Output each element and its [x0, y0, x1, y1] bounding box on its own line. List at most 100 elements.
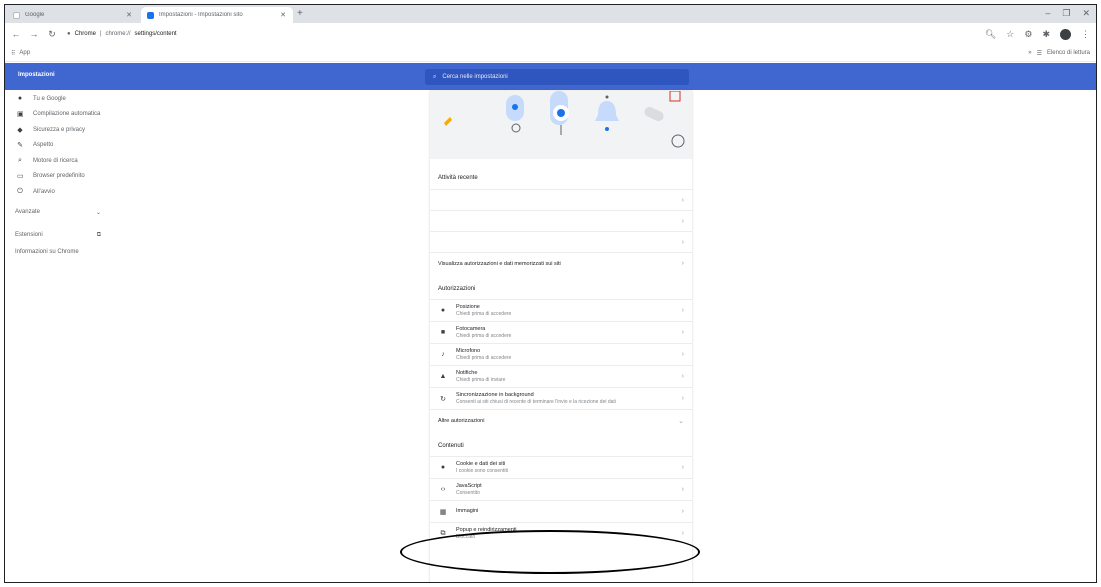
reload-icon[interactable]: ↻	[47, 29, 57, 40]
chevron-right-icon: ›	[681, 217, 684, 225]
sidebar-item-privacy[interactable]: ◆ Sicurezza e privacy	[5, 122, 115, 138]
palette-icon: ✎	[17, 142, 23, 150]
permission-row-notifications[interactable]: ▲ Notifiche Chiedi prima di inviare ›	[430, 365, 692, 387]
tab-title: Impostazioni - Impostazioni sito	[159, 12, 243, 18]
permission-row-microphone[interactable]: ♪ Microfono Chiedi prima di accedere ›	[430, 343, 692, 365]
toolbar-actions: 🔍︎ ☆ ⚙ ✱ ⋮	[985, 28, 1090, 40]
close-icon[interactable]: ✕	[279, 11, 287, 19]
person-icon: ●	[17, 95, 23, 103]
recent-activity-row[interactable]: ›	[430, 189, 692, 210]
sidebar-extensions[interactable]: Estensioni ⧉	[5, 227, 115, 244]
permission-subtitle: Chiedi prima di accedere	[456, 311, 512, 317]
content-row-javascript[interactable]: ‹› JavaScript Consentito ›	[430, 478, 692, 500]
apps-icon[interactable]: ⠿	[11, 50, 15, 57]
extensions-puzzle-icon[interactable]: ✱	[1042, 29, 1050, 40]
more-permissions-row[interactable]: Altre autorizzazioni ⌄	[430, 409, 692, 431]
menu-icon[interactable]: ⋮	[1081, 29, 1090, 40]
all-sites-row[interactable]: Visualizza autorizzazioni e dati memoriz…	[430, 252, 692, 274]
permission-row-location[interactable]: ● Posizione Chiedi prima di accedere ›	[430, 299, 692, 321]
sidebar-advanced[interactable]: Avanzate ⌄	[5, 204, 115, 221]
camera-icon: ■	[440, 329, 446, 336]
chevron-right-icon: »	[1028, 50, 1032, 56]
apps-label[interactable]: App	[19, 50, 30, 56]
sidebar-item-label: Tu e Google	[33, 95, 66, 102]
permission-subtitle: Chiedi prima di accedere	[456, 355, 512, 361]
external-link-icon: ⧉	[96, 231, 101, 238]
recent-activity-title: Attività recente	[438, 175, 478, 181]
chevron-right-icon: ›	[681, 530, 684, 537]
sidebar-item-default-browser[interactable]: ▭ Browser predefinito	[5, 169, 115, 185]
sidebar-about-label: Informazioni su Chrome	[15, 249, 79, 255]
close-icon[interactable]: ✕	[125, 11, 133, 19]
tab-settings[interactable]: Impostazioni - Impostazioni sito ✕	[141, 7, 293, 23]
restore-icon[interactable]: ❐	[1062, 8, 1070, 19]
url-host: chrome://	[105, 31, 131, 37]
search-icon: ⌕	[18, 156, 22, 164]
search-icon: ⌕	[433, 73, 437, 80]
more-permissions-label: Altre autorizzazioni	[438, 417, 485, 424]
sidebar: ● Tu e Google ▣ Compilazione automatica …	[5, 91, 115, 261]
forward-icon[interactable]: →	[29, 29, 39, 39]
all-sites-label: Visualizza autorizzazioni e dati memoriz…	[438, 260, 561, 267]
zoom-icon[interactable]: 🔍︎	[985, 29, 996, 40]
tab-strip: Google ✕ Impostazioni - Impostazioni sit…	[5, 5, 1096, 23]
chevron-right-icon: ›	[681, 238, 684, 246]
browser-icon: ▭	[17, 173, 24, 181]
bookmarks-bar: ⠿ App » ☰ Elenco di lettura	[5, 45, 1096, 62]
chevron-down-icon: ⌄	[678, 417, 684, 425]
page-title: Impostazioni	[18, 72, 55, 78]
profile-avatar-icon[interactable]	[1060, 28, 1071, 40]
sidebar-item-label: Browser predefinito	[33, 173, 85, 180]
permission-row-background-sync[interactable]: ↻ Sincronizzazione in background Consenti…	[430, 387, 692, 409]
sidebar-item-search-engine[interactable]: ⌕ Motore di ricerca	[5, 153, 115, 169]
site-settings-illustration	[430, 91, 692, 159]
cookie-icon: ●	[440, 464, 446, 471]
permissions-title: Autorizzazioni	[438, 286, 476, 292]
power-icon: ⏻	[17, 187, 23, 195]
chevron-right-icon: ›	[681, 508, 684, 515]
sidebar-item-appearance[interactable]: ✎ Aspetto	[5, 138, 115, 154]
url-path: settings/content	[134, 31, 177, 37]
recent-activity-row[interactable]: ›	[430, 210, 692, 231]
content-row-cookies[interactable]: ● Cookie e dati dei siti I cookie sono co…	[430, 456, 692, 478]
site-info-icon[interactable]: ●	[67, 31, 71, 37]
sidebar-item-label: Motore di ricerca	[33, 157, 78, 164]
permission-subtitle: Consenti ai siti chiusi di recente di te…	[456, 399, 616, 405]
sidebar-about[interactable]: Informazioni su Chrome	[5, 244, 115, 261]
sidebar-item-you-and-google[interactable]: ● Tu e Google	[5, 91, 115, 107]
window-controls: – ❐ ✕	[1045, 8, 1090, 19]
bell-icon: ▲	[439, 373, 447, 380]
google-favicon-icon	[13, 11, 20, 19]
permission-row-camera[interactable]: ■ Fotocamera Chiedi prima di accedere ›	[430, 321, 692, 343]
browser-window: Google ✕ Impostazioni - Impostazioni sit…	[4, 4, 1097, 583]
minimize-icon[interactable]: –	[1045, 8, 1050, 19]
chevron-right-icon: ›	[681, 486, 684, 493]
reading-list[interactable]: » ☰ Elenco di lettura	[1028, 50, 1090, 57]
recent-activity-row[interactable]: ›	[430, 231, 692, 252]
chevron-right-icon: ›	[681, 196, 684, 204]
settings-search-input[interactable]: ⌕ Cerca nelle impostazioni	[425, 69, 689, 85]
bookmark-star-icon[interactable]: ☆	[1006, 29, 1014, 40]
new-tab-icon[interactable]: +	[297, 8, 303, 19]
settings-favicon-icon	[147, 11, 154, 19]
address-bar[interactable]: ● Chrome | chrome://settings/content	[67, 31, 177, 37]
sidebar-item-on-startup[interactable]: ⏻ All'avvio	[5, 184, 115, 200]
tab-google[interactable]: Google ✕	[7, 7, 139, 23]
image-icon: ▦	[439, 508, 447, 516]
autofill-icon: ▣	[17, 111, 24, 119]
close-window-icon[interactable]: ✕	[1082, 8, 1090, 19]
sidebar-item-autofill[interactable]: ▣ Compilazione automatica	[5, 107, 115, 123]
reading-list-icon: ☰	[1036, 50, 1042, 57]
permission-title: Notifiche	[456, 370, 478, 376]
content-row-images[interactable]: ▦ Immagini ›	[430, 500, 692, 522]
location-icon: ●	[440, 307, 446, 314]
sidebar-item-label: Sicurezza e privacy	[33, 126, 86, 133]
sidebar-advanced-label: Avanzate	[15, 209, 40, 215]
back-icon[interactable]: ←	[11, 29, 21, 39]
sidebar-item-label: Compilazione automatica	[33, 111, 101, 118]
permission-title: Posizione	[456, 304, 480, 310]
extension-icon[interactable]: ⚙	[1024, 29, 1032, 40]
content-subtitle: I cookie sono consentiti	[456, 468, 508, 474]
permission-subtitle: Chiedi prima di inviare	[456, 377, 506, 383]
shield-icon: ◆	[17, 126, 23, 134]
